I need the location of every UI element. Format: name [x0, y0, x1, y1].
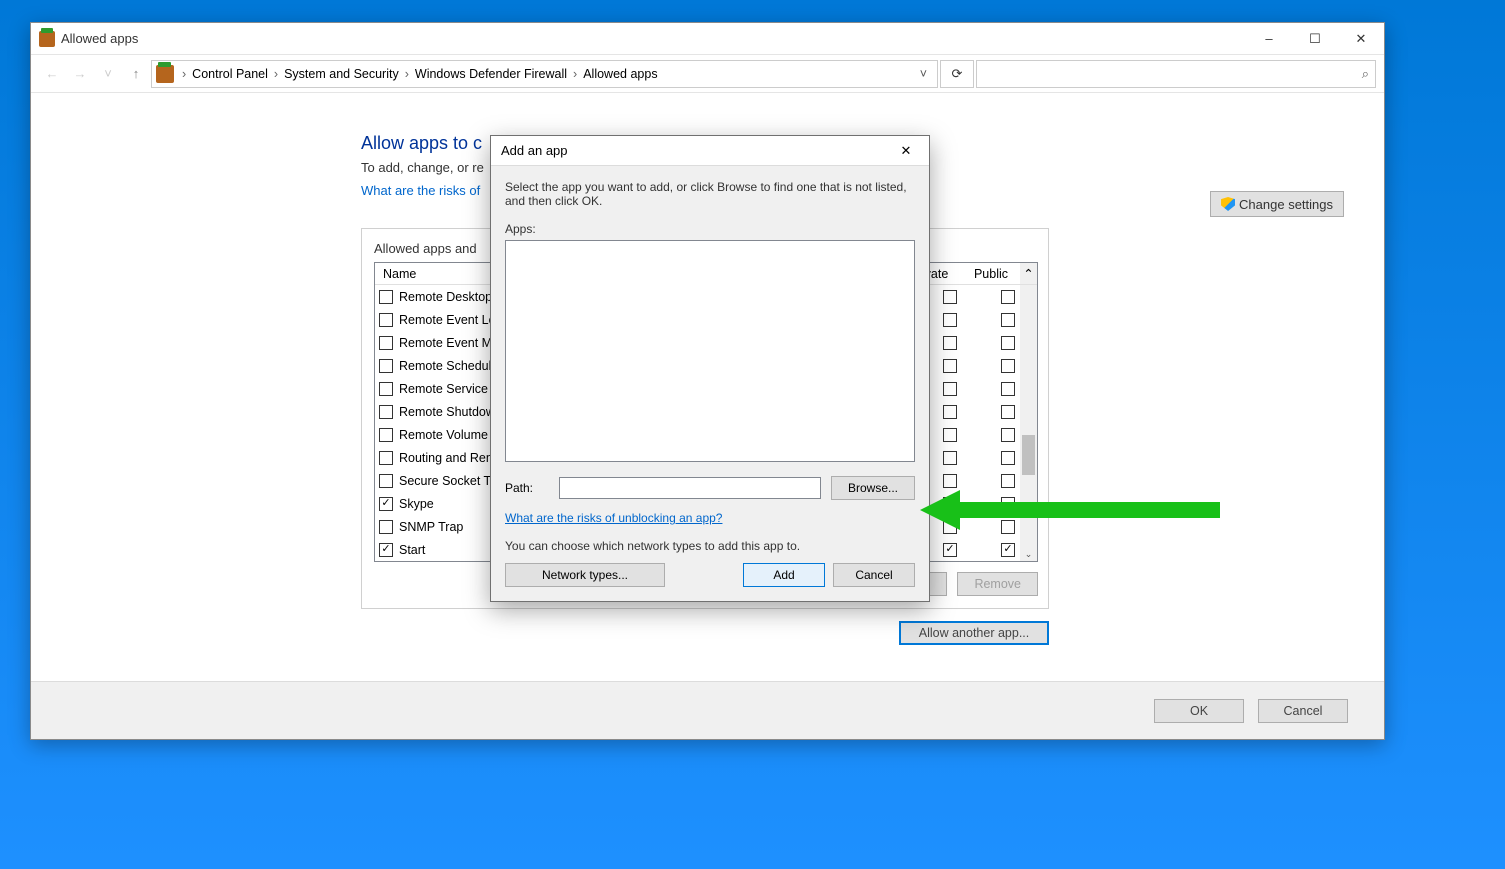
shield-icon [1221, 197, 1235, 211]
dialog-cancel-button[interactable]: Cancel [833, 563, 915, 587]
app-enabled-checkbox[interactable] [379, 520, 393, 534]
apps-listbox[interactable] [505, 240, 915, 462]
dialog-title: Add an app [501, 143, 568, 158]
add-app-dialog: Add an app ✕ Select the app you want to … [490, 135, 930, 602]
refresh-button[interactable]: ⟳ [940, 60, 974, 88]
nav-back-button[interactable]: ← [39, 61, 65, 87]
firewall-app-icon [39, 31, 55, 47]
allow-another-app-button[interactable]: Allow another app... [899, 621, 1049, 645]
nav-forward-button[interactable]: → [67, 61, 93, 87]
breadcrumb-sep-icon: › [270, 67, 282, 81]
column-header-public[interactable]: Public [962, 263, 1020, 284]
breadcrumb-sep-icon: › [178, 67, 190, 81]
maximize-button[interactable]: ☐ [1292, 23, 1338, 55]
dialog-instruction: Select the app you want to add, or click… [505, 180, 915, 208]
app-enabled-checkbox[interactable] [379, 359, 393, 373]
app-enabled-checkbox[interactable] [379, 336, 393, 350]
add-button[interactable]: Add [743, 563, 825, 587]
unblocking-risks-link[interactable]: What are the risks of unblocking an app? [505, 511, 722, 525]
breadcrumb-item[interactable]: Windows Defender Firewall [415, 67, 567, 81]
private-checkbox[interactable] [943, 290, 957, 304]
browse-button[interactable]: Browse... [831, 476, 915, 500]
public-checkbox[interactable] [1001, 336, 1015, 350]
app-enabled-checkbox[interactable] [379, 474, 393, 488]
private-checkbox[interactable] [943, 474, 957, 488]
public-checkbox[interactable] [1001, 405, 1015, 419]
scroll-down-icon[interactable]: ⌄ [1020, 546, 1037, 562]
change-settings-button[interactable]: Change settings [1210, 191, 1344, 217]
app-enabled-checkbox[interactable] [379, 428, 393, 442]
app-enabled-checkbox[interactable] [379, 313, 393, 327]
ok-button[interactable]: OK [1154, 699, 1244, 723]
change-settings-label: Change settings [1239, 197, 1333, 212]
titlebar: Allowed apps – ☐ ✕ [31, 23, 1384, 55]
private-checkbox[interactable] [943, 520, 957, 534]
nav-up-button[interactable]: ↑ [123, 61, 149, 87]
dialog-titlebar: Add an app ✕ [491, 136, 929, 166]
app-enabled-checkbox[interactable] [379, 405, 393, 419]
public-checkbox[interactable] [1001, 428, 1015, 442]
network-types-button[interactable]: Network types... [505, 563, 665, 587]
private-checkbox[interactable] [943, 336, 957, 350]
breadcrumb-item[interactable]: System and Security [284, 67, 399, 81]
search-icon: ⌕ [1362, 66, 1369, 82]
firewall-breadcrumb-icon [156, 65, 174, 83]
remove-button[interactable]: Remove [957, 572, 1038, 596]
private-checkbox[interactable] [943, 313, 957, 327]
scroll-up-icon[interactable]: ⌃ [1020, 263, 1037, 284]
path-label: Path: [505, 481, 549, 495]
private-checkbox[interactable] [943, 382, 957, 396]
scrollbar[interactable]: ⌄ [1020, 285, 1037, 562]
path-input[interactable] [559, 477, 821, 499]
nav-recent-button[interactable]: ˅ [95, 61, 121, 87]
breadcrumb-bar[interactable]: › Control Panel › System and Security › … [151, 60, 938, 88]
cancel-button[interactable]: Cancel [1258, 699, 1348, 723]
app-enabled-checkbox[interactable] [379, 497, 393, 511]
public-checkbox[interactable] [1001, 359, 1015, 373]
public-checkbox[interactable] [1001, 474, 1015, 488]
apps-list-label: Apps: [505, 222, 915, 236]
public-checkbox[interactable] [1001, 520, 1015, 534]
private-checkbox[interactable] [943, 428, 957, 442]
private-checkbox[interactable] [943, 497, 957, 511]
close-window-button[interactable]: ✕ [1338, 23, 1384, 55]
public-checkbox[interactable] [1001, 497, 1015, 511]
breadcrumb-dropdown-icon[interactable]: ˅ [920, 67, 933, 81]
public-checkbox[interactable] [1001, 543, 1015, 557]
app-enabled-checkbox[interactable] [379, 290, 393, 304]
breadcrumb-item[interactable]: Control Panel [192, 67, 268, 81]
bottom-bar: OK Cancel [31, 681, 1384, 739]
network-types-note: You can choose which network types to ad… [505, 539, 915, 553]
public-checkbox[interactable] [1001, 382, 1015, 396]
navigation-bar: ← → ˅ ↑ › Control Panel › System and Sec… [31, 55, 1384, 93]
private-checkbox[interactable] [943, 543, 957, 557]
private-checkbox[interactable] [943, 451, 957, 465]
dialog-close-button[interactable]: ✕ [883, 136, 929, 166]
window-title: Allowed apps [61, 31, 138, 46]
scrollbar-thumb[interactable] [1022, 435, 1035, 475]
app-enabled-checkbox[interactable] [379, 451, 393, 465]
private-checkbox[interactable] [943, 405, 957, 419]
app-enabled-checkbox[interactable] [379, 543, 393, 557]
breadcrumb-item[interactable]: Allowed apps [583, 67, 657, 81]
minimize-button[interactable]: – [1246, 23, 1292, 55]
search-input[interactable]: ⌕ [976, 60, 1376, 88]
app-enabled-checkbox[interactable] [379, 382, 393, 396]
breadcrumb-sep-icon: › [401, 67, 413, 81]
public-checkbox[interactable] [1001, 313, 1015, 327]
breadcrumb-sep-icon: › [569, 67, 581, 81]
public-checkbox[interactable] [1001, 451, 1015, 465]
private-checkbox[interactable] [943, 359, 957, 373]
public-checkbox[interactable] [1001, 290, 1015, 304]
